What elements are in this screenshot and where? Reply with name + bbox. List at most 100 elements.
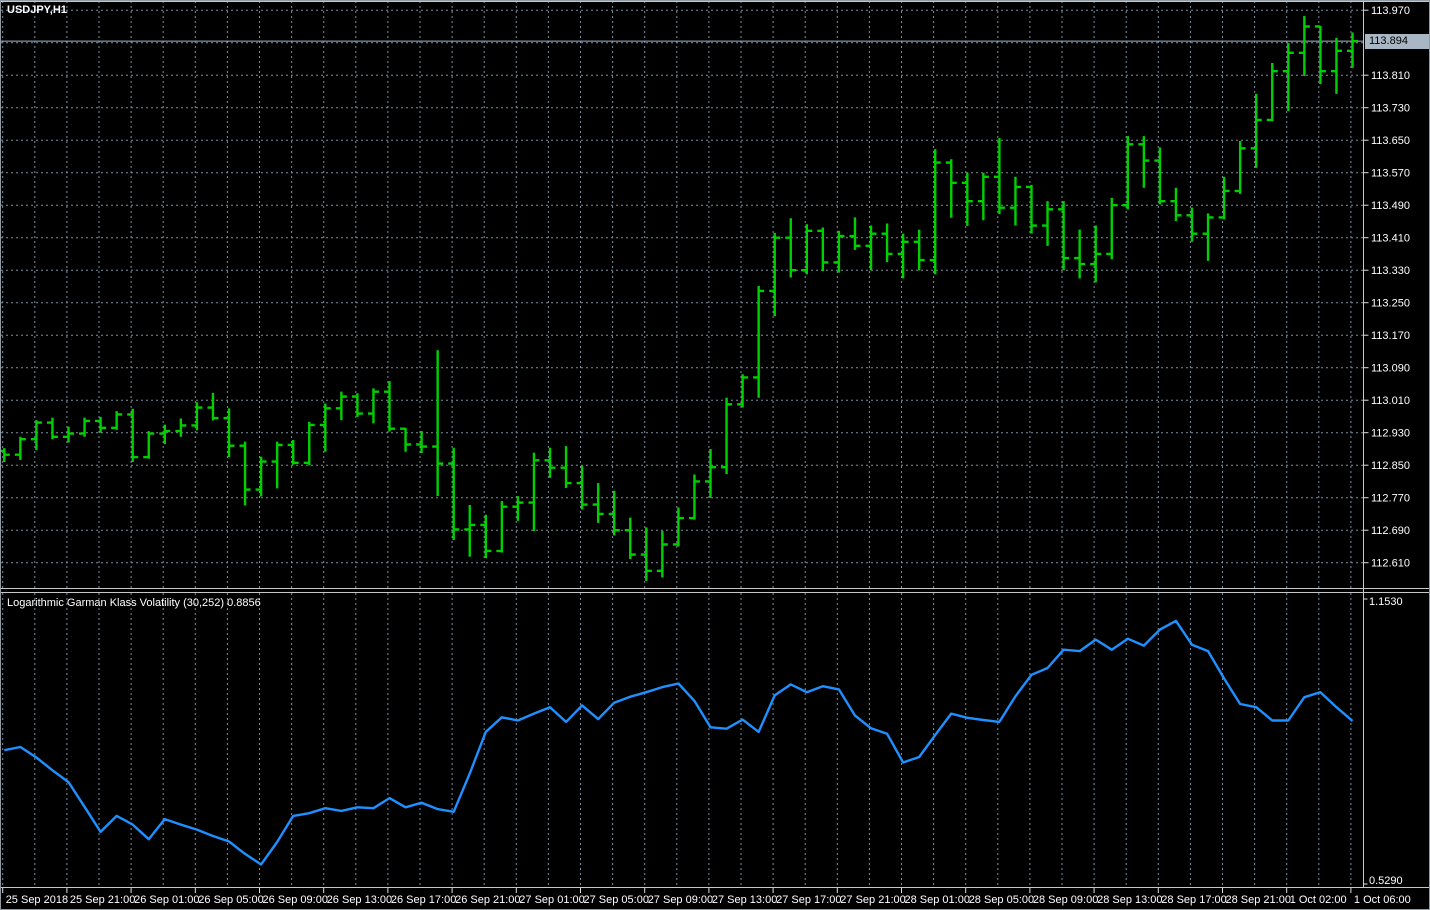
current-price-tag: 113.894 [1365, 34, 1429, 49]
ohlc-bar [159, 425, 170, 445]
ohlc-bar [1219, 177, 1230, 220]
time-axis-label: 26 Sep 21:00 [455, 894, 520, 906]
time-axis-label: 27 Sep 01:00 [519, 894, 584, 906]
price-axis-label: 112.610 [1371, 558, 1410, 570]
chart-canvas[interactable]: 113.970113.810113.730113.650113.570113.4… [1, 1, 1430, 910]
ohlc-bar [480, 515, 491, 558]
ohlc-bar [689, 475, 700, 520]
price-axis-label: 113.970 [1371, 5, 1410, 17]
time-axis-label: 26 Sep 09:00 [263, 894, 328, 906]
indicator-scale-max: 1.1530 [1369, 596, 1403, 609]
ohlc-bar [288, 440, 299, 465]
ohlc-bar [336, 392, 347, 420]
ohlc-bar [577, 466, 588, 509]
price-axis-label: 112.930 [1371, 428, 1410, 440]
ohlc-bar [1074, 230, 1085, 279]
ohlc-bar [1283, 43, 1294, 111]
ohlc-bar [545, 448, 556, 478]
ohlc-bar [79, 418, 90, 437]
ohlc-bar [1010, 177, 1021, 226]
ohlc-bar [448, 448, 459, 540]
time-axis-label: 26 Sep 17:00 [391, 894, 456, 906]
ohlc-bar [95, 417, 106, 433]
ohlc-bar [866, 226, 877, 271]
ohlc-bar [256, 457, 267, 497]
ohlc-bar [320, 403, 331, 451]
ohlc-bar [127, 409, 138, 462]
ohlc-bar [240, 442, 251, 506]
ohlc-bar [304, 422, 315, 465]
time-axis-label: 28 Sep 21:00 [1226, 894, 1291, 906]
ohlc-bar [1026, 185, 1037, 234]
ohlc-bar [1187, 208, 1198, 242]
time-axis-label: 28 Sep 17:00 [1161, 894, 1226, 906]
ohlc-bar [368, 388, 379, 423]
ohlc-bar [400, 428, 411, 452]
time-axis-label: 28 Sep 09:00 [1033, 894, 1098, 906]
ohlc-bar [849, 217, 860, 250]
price-axis-label: 113.250 [1371, 298, 1410, 310]
symbol-title: USDJPY,H1 [7, 4, 67, 17]
ohlc-bar [1154, 148, 1165, 205]
price-axis-label: 113.170 [1371, 330, 1410, 342]
price-axis-label: 113.090 [1371, 363, 1410, 375]
time-axis-label: 1 Oct 06:00 [1354, 894, 1411, 906]
indicator-scale-min: 0.5290 [1369, 875, 1403, 888]
ohlc-bar [1138, 136, 1149, 188]
ohlc-bar [1058, 201, 1069, 270]
ohlc-bar [801, 224, 812, 274]
ohlc-bar [882, 223, 893, 262]
ohlc-bar [1090, 226, 1101, 283]
ohlc-bar [175, 418, 186, 436]
time-axis-label: 28 Sep 05:00 [969, 894, 1034, 906]
ohlc-bar [143, 431, 154, 459]
ohlc-bar [930, 149, 941, 274]
price-axis-label: 113.810 [1371, 70, 1410, 82]
ohlc-bar [914, 230, 925, 271]
price-axis-label: 113.570 [1371, 168, 1410, 180]
ohlc-bar [1331, 38, 1342, 94]
ohlc-bar [1106, 198, 1117, 259]
ohlc-bar [496, 501, 507, 553]
time-axis-label: 25 Sep 2018 [6, 894, 68, 906]
ohlc-bar [657, 531, 668, 577]
ohlc-bar [561, 446, 572, 488]
price-axis[interactable]: 113.970113.810113.730113.650113.570113.4… [1364, 5, 1410, 884]
grid [1, 1, 1364, 887]
price-axis-label: 112.770 [1371, 493, 1410, 505]
time-axis-label: 28 Sep 13:00 [1097, 894, 1162, 906]
ohlc-bar [721, 398, 732, 474]
time-axis-label: 25 Sep 21:00 [70, 894, 135, 906]
price-axis-label: 113.410 [1371, 233, 1410, 245]
price-axis-label: 113.330 [1371, 265, 1410, 277]
ohlc-bar [1267, 63, 1278, 121]
ohlc-bar [1042, 201, 1053, 246]
time-axis-label: 26 Sep 05:00 [198, 894, 263, 906]
time-axis-label: 27 Sep 21:00 [840, 894, 905, 906]
ohlc-bar [47, 418, 58, 440]
ohlc-bar [352, 393, 363, 417]
ohlc-bar [1203, 213, 1214, 261]
ohlc-bar [978, 173, 989, 221]
indicator-label: Logarithmic Garman Klass Volatility (30,… [7, 597, 261, 610]
ohlc-bar [898, 234, 909, 279]
ohlc-bar [464, 505, 475, 557]
time-axis[interactable]: 25 Sep 201825 Sep 21:0026 Sep 01:0026 Se… [3, 888, 1411, 906]
ohlc-bars[interactable] [1, 16, 1358, 581]
ohlc-bar [31, 420, 42, 450]
ohlc-bar [609, 491, 620, 536]
time-axis-label: 28 Sep 01:00 [905, 894, 970, 906]
time-axis-label: 27 Sep 09:00 [648, 894, 713, 906]
indicator-line[interactable] [4, 621, 1352, 865]
time-axis-label: 27 Sep 17:00 [776, 894, 841, 906]
ohlc-bar [1170, 188, 1181, 221]
ohlc-bar [15, 437, 26, 460]
ohlc-bar [769, 233, 780, 316]
ohlc-bar [817, 228, 828, 271]
ohlc-bar [785, 218, 796, 277]
time-axis-label: 27 Sep 13:00 [712, 894, 777, 906]
pane-frame [1, 1, 1430, 888]
ohlc-bar [1299, 16, 1310, 76]
price-axis-label: 113.010 [1371, 395, 1410, 407]
ohlc-bar [962, 173, 973, 226]
